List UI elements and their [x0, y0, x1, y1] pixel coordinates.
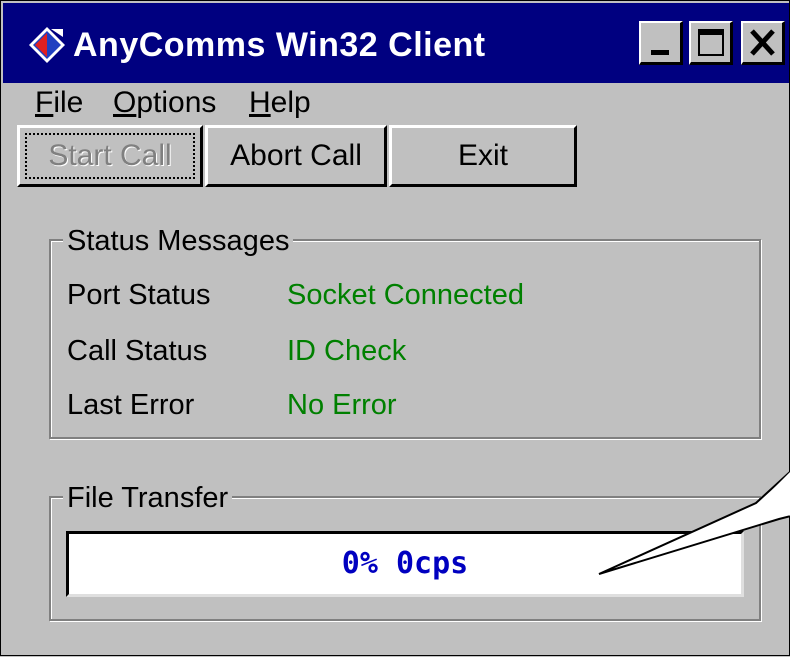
menu-file-accel: F — [35, 86, 54, 119]
title-bar[interactable]: AnyComms Win32 Client — [3, 3, 789, 83]
menu-bar: File Options Help — [3, 83, 789, 123]
menu-options[interactable]: Options — [113, 83, 216, 123]
menu-help-label: elp — [270, 86, 311, 119]
menu-options-accel: O — [113, 86, 137, 119]
app-window: AnyComms Win32 Client File Options Help … — [0, 0, 790, 656]
exit-button[interactable]: Exit — [389, 125, 577, 187]
window-title: AnyComms Win32 Client — [73, 26, 486, 64]
file-transfer-legend: File Transfer — [63, 481, 233, 515]
menu-file[interactable]: File — [35, 83, 83, 123]
exit-label: Exit — [457, 139, 508, 172]
file-transfer-progress-bar: 0% 0cps — [66, 531, 744, 597]
close-button[interactable] — [741, 21, 785, 65]
progress-text: 0% 0cps — [341, 546, 469, 581]
menu-file-label: ile — [53, 86, 84, 119]
maximize-button[interactable] — [689, 21, 733, 65]
menu-help-accel: H — [249, 86, 271, 119]
menu-options-label: ptions — [136, 86, 217, 119]
call-status-value: ID Check — [287, 335, 407, 367]
last-error-label: Last Error — [67, 389, 195, 421]
call-status-label: Call Status — [67, 335, 208, 367]
close-icon — [750, 29, 775, 56]
focus-rect — [25, 133, 195, 179]
maximize-icon — [698, 29, 724, 56]
abort-call-label: Abort Call — [230, 139, 362, 172]
status-messages-legend: Status Messages — [63, 224, 294, 258]
abort-call-button[interactable]: Abort Call — [205, 125, 387, 187]
minimize-icon — [651, 50, 669, 55]
last-error-value: No Error — [287, 389, 397, 421]
port-status-label: Port Status — [67, 279, 211, 311]
port-status-value: Socket Connected — [287, 279, 524, 311]
minimize-button[interactable] — [639, 21, 683, 65]
anycomms-app-icon[interactable] — [27, 25, 67, 65]
menu-help[interactable]: Help — [249, 83, 311, 123]
start-call-button[interactable]: Start Call — [17, 125, 203, 187]
